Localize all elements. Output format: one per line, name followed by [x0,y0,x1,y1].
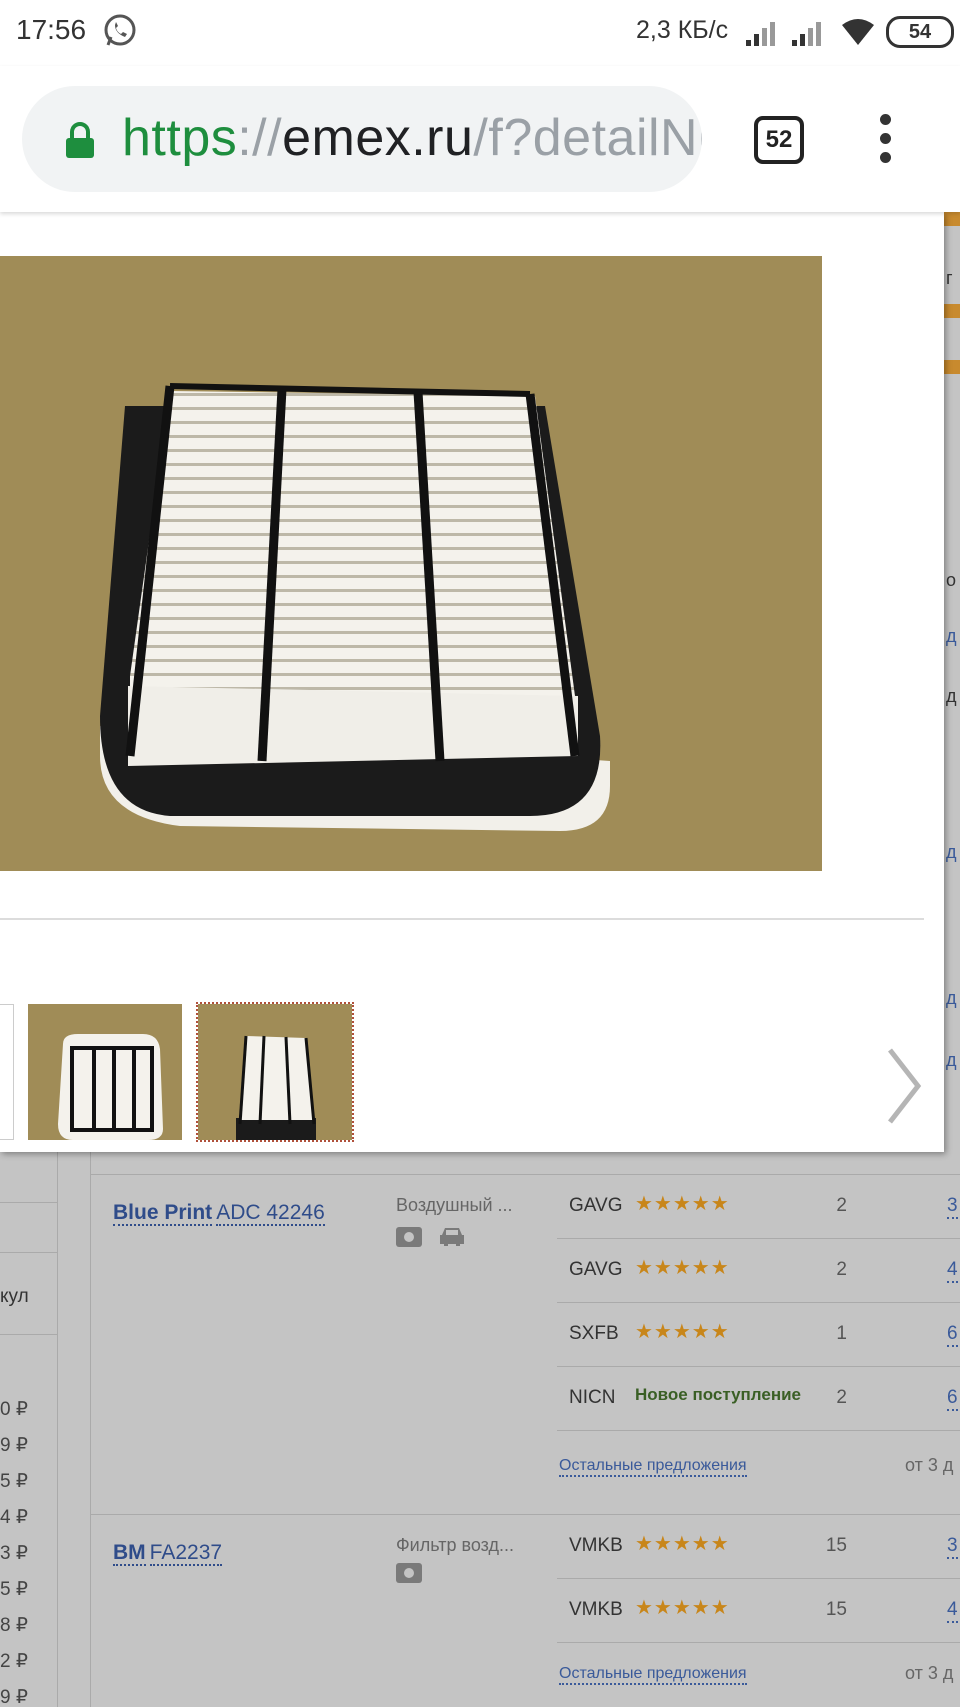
url-path: /f?detailNu [473,109,702,167]
more-offers-link[interactable]: Остальные предложения [559,1665,747,1685]
quantity: 2 [836,1195,847,1216]
part-description: Фильтр возд... [396,1535,515,1555]
supplier-code: GAVG [569,1195,623,1216]
quantity: 1 [836,1323,847,1344]
air-filter-image [100,383,610,831]
thumbnail-selected[interactable] [196,1002,354,1142]
delivery-days-link[interactable]: 3 д [947,1535,960,1559]
delivery-days-link[interactable]: 4 д [947,1599,960,1623]
url-text[interactable]: https://emex.ru/f?detailNu [122,108,702,168]
right-edge-column: г о д д д д д [944,212,960,1072]
price-cell: 4 ₽ [0,1507,28,1528]
signal-icon [792,22,821,46]
price-cell: 5 ₽ [0,1471,28,1492]
article-label: кул [0,1286,29,1307]
supplier-code: VMKB [569,1535,623,1556]
new-arrival-badge: Новое поступление [635,1385,802,1404]
more-offers-days: от 3 д [905,1663,954,1683]
rating-stars: ★★★★★ [635,1597,730,1619]
delivery-days-link[interactable]: 6 д [947,1323,960,1347]
edge-text: г [946,268,953,288]
camera-icon[interactable] [396,1563,422,1583]
edge-text: о [946,570,957,590]
battery-icon: 54 [886,16,954,48]
url-separator: :// [237,109,283,167]
rating-stars: ★★★★★ [635,1257,730,1279]
network-speed: 2,3 КБ/с [636,16,729,44]
brand-link[interactable]: Blue Print [113,1201,213,1226]
delivery-days-link[interactable]: 4 д [947,1259,960,1283]
url-host: emex.ru [282,109,474,167]
offer-row[interactable]: VMKB ★★★★★ 15 4 д [557,1579,960,1643]
browser-toolbar: https://emex.ru/f?detailNu 52 [0,66,960,212]
part-number-link[interactable]: FA2237 [149,1541,223,1566]
status-bar: 17:56 2,3 КБ/с 54 [0,0,960,66]
rating-stars: ★★★★★ [635,1533,730,1555]
part-title[interactable]: Blue Print ADC 42246 [113,1201,325,1226]
offer-row[interactable]: GAVG ★★★★★ 2 4 д [557,1239,960,1303]
price-cell: 2 ₽ [0,1651,28,1672]
image-gallery-modal [0,212,944,1152]
part-description: Воздушный ... [396,1195,513,1215]
clock: 17:56 [16,14,87,45]
camera-icon[interactable] [396,1227,422,1247]
overflow-menu-button[interactable] [872,114,898,166]
edge-link[interactable]: д [946,988,957,1009]
signal-icon [746,22,775,46]
gallery-divider [0,918,924,920]
offer-row[interactable]: SXFB ★★★★★ 1 6 д [557,1303,960,1367]
edge-link[interactable]: д [946,842,957,863]
address-bar[interactable]: https://emex.ru/f?detailNu [22,86,702,192]
price-cell: 3 ₽ [0,1543,28,1564]
edge-text: д [946,686,957,706]
whatsapp-icon [104,14,136,46]
quantity: 15 [825,1535,847,1556]
price-cell: 9 ₽ [0,1687,28,1707]
product-photo [0,256,822,871]
price-cell: 9 ₽ [0,1435,28,1456]
lock-icon [66,122,94,158]
price-cell: 8 ₽ [0,1615,28,1636]
quantity: 15 [825,1599,847,1620]
rating-stars: ★★★★★ [635,1321,730,1343]
part-number-link[interactable]: ADC 42246 [216,1201,325,1226]
part-row: Blue Print ADC 42246 Воздушный ... GAVG ★… [91,1174,960,1512]
thumbnail[interactable] [0,1004,14,1140]
offer-row[interactable]: NICN Новое поступление 2 6 д [557,1367,960,1431]
wifi-icon [842,19,874,45]
brand-link[interactable]: BM [113,1541,146,1566]
car-icon[interactable] [438,1225,466,1247]
supplier-code: SXFB [569,1323,619,1344]
price-cell: 0 ₽ [0,1399,28,1420]
quantity: 2 [836,1387,847,1408]
delivery-days-link[interactable]: 6 д [947,1387,960,1411]
part-row: BM FA2237 Фильтр возд... VMKB ★★★★★ 15 3 … [91,1514,960,1707]
offer-row[interactable]: VMKB ★★★★★ 15 3 д [557,1515,960,1579]
next-arrow-icon[interactable] [884,1048,924,1124]
offer-row[interactable]: GAVG ★★★★★ 2 3 д [557,1175,960,1239]
delivery-days-link[interactable]: 3 д [947,1195,960,1219]
part-title[interactable]: BM FA2237 [113,1541,223,1566]
tab-switcher-button[interactable]: 52 [754,116,804,164]
more-offers-days: от 3 д [905,1455,954,1475]
supplier-code: VMKB [569,1599,623,1620]
thumbnail[interactable] [28,1004,182,1140]
more-offers-link[interactable]: Остальные предложения [559,1457,747,1477]
rating-stars: ★★★★★ [635,1193,730,1215]
quantity: 2 [836,1259,847,1280]
edge-link[interactable]: д [946,626,957,647]
price-cell: 5 ₽ [0,1579,28,1600]
edge-link[interactable]: д [946,1050,957,1071]
supplier-code: GAVG [569,1259,623,1280]
url-scheme: https [122,109,238,167]
supplier-code: NICN [569,1387,616,1408]
